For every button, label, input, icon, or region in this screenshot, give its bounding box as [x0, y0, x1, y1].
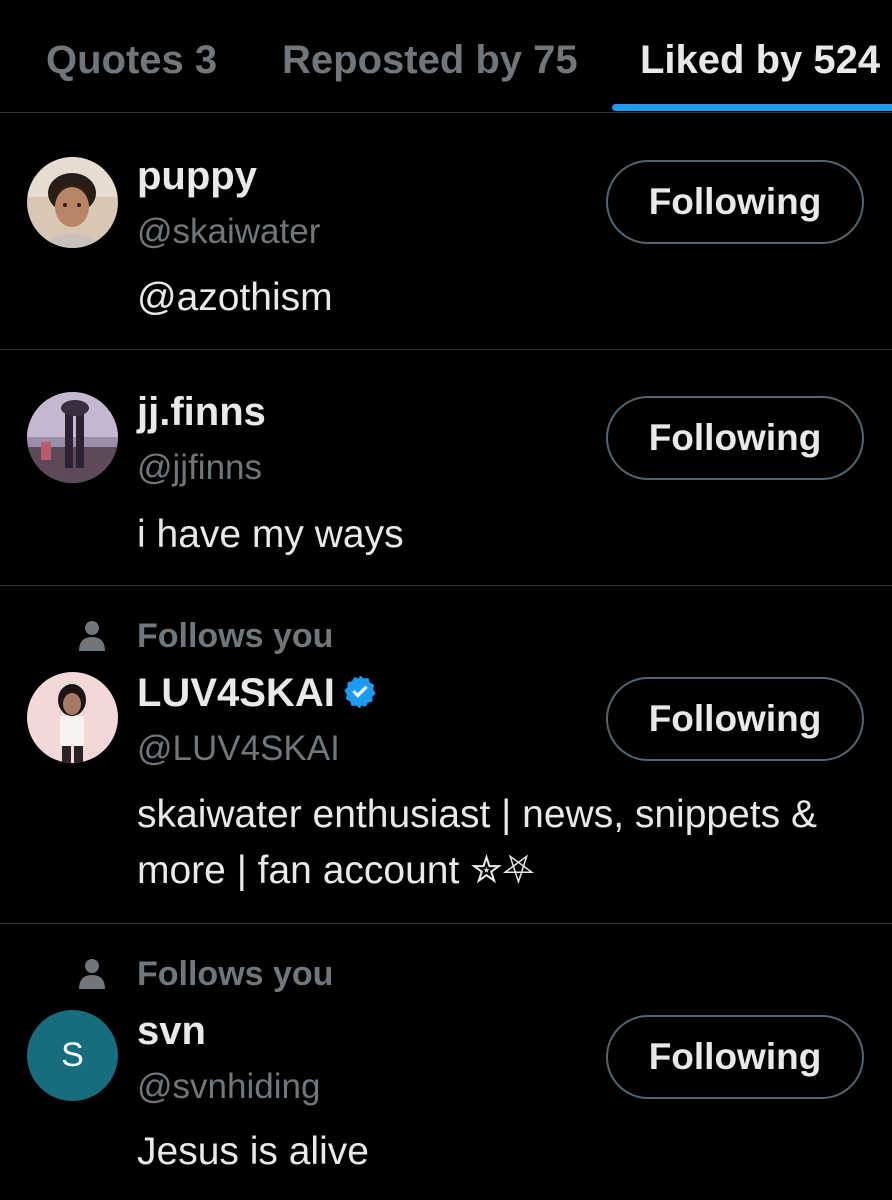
user-name[interactable]: jj.finns [137, 389, 266, 435]
user-name[interactable]: puppy [137, 153, 257, 199]
active-tab-indicator [612, 104, 892, 111]
follows-you-label: Follows you [137, 955, 334, 993]
user-handle[interactable]: @svnhiding [137, 1066, 320, 1108]
user-name[interactable]: svn [137, 1008, 206, 1054]
following-button[interactable]: Following [606, 160, 864, 244]
user-row[interactable]: Follows you LUV4SKAI @LUV4SKAI skaiwater… [0, 586, 892, 924]
user-bio: Jesus is alive [137, 1130, 369, 1173]
tab-bar: Quotes 3 Reposted by 75 Liked by 524 [0, 0, 892, 113]
following-button[interactable]: Following [606, 396, 864, 480]
user-handle[interactable]: @skaiwater [137, 211, 320, 253]
following-button[interactable]: Following [606, 1015, 864, 1099]
user-name[interactable]: LUV4SKAI [137, 670, 379, 716]
tab-reposted-by[interactable]: Reposted by 75 [282, 38, 578, 82]
person-icon [79, 621, 105, 651]
user-row[interactable]: jj.finns @jjfinns i have my ways Followi… [0, 350, 892, 586]
avatar[interactable] [27, 672, 118, 763]
avatar-photo-icon [27, 672, 118, 763]
avatar-photo-icon [27, 157, 118, 248]
person-icon [79, 959, 105, 989]
avatar[interactable]: S [27, 1010, 118, 1101]
avatar-photo-icon [27, 392, 118, 483]
user-bio: i have my ways [137, 513, 404, 556]
avatar[interactable] [27, 157, 118, 248]
user-row[interactable]: puppy @skaiwater @azothism Following [0, 113, 892, 350]
user-bio: @azothism [137, 276, 333, 319]
user-handle[interactable]: @jjfinns [137, 447, 262, 489]
user-name-text[interactable]: LUV4SKAI [137, 671, 335, 715]
tab-liked-by[interactable]: Liked by 524 [640, 38, 880, 82]
verified-badge-icon[interactable] [341, 673, 379, 711]
following-button[interactable]: Following [606, 677, 864, 761]
user-handle[interactable]: @LUV4SKAI [137, 728, 340, 770]
avatar[interactable] [27, 392, 118, 483]
follows-you-label: Follows you [137, 617, 334, 655]
user-bio: skaiwater enthusiast | news, snippets & … [137, 793, 817, 892]
tab-quotes[interactable]: Quotes 3 [46, 38, 217, 82]
user-row[interactable]: Follows you S svn @svnhiding Jesus is al… [0, 924, 892, 1200]
